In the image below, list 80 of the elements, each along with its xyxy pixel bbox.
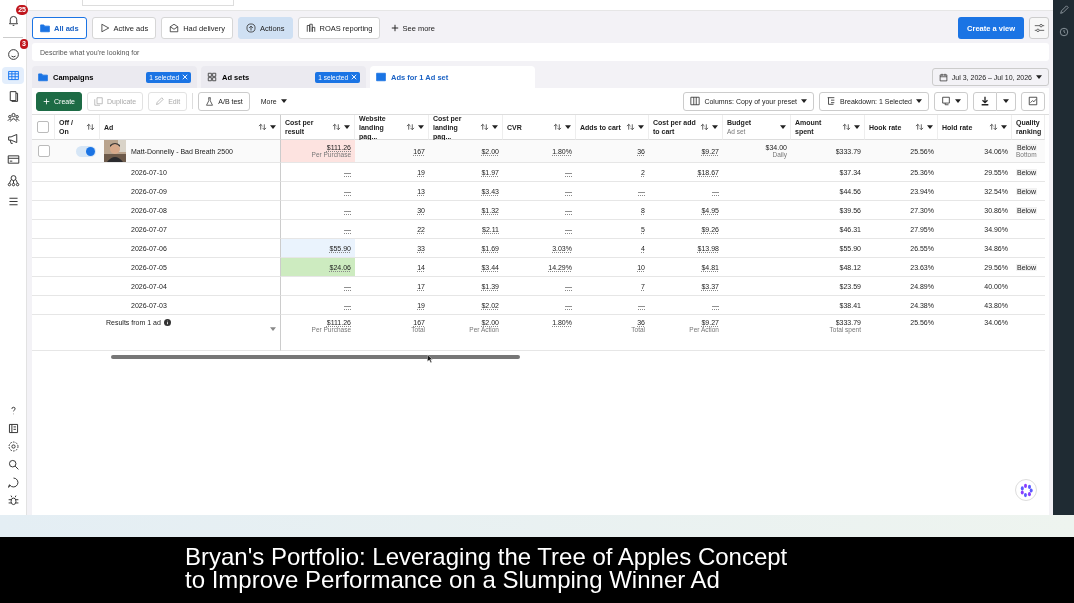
- toggle-switch[interactable]: [76, 145, 96, 157]
- sort-icon[interactable]: [480, 123, 489, 131]
- export-button[interactable]: [973, 91, 997, 111]
- close-icon[interactable]: [351, 74, 357, 80]
- chart-icon: [305, 23, 316, 33]
- pencil-icon[interactable]: [1058, 5, 1069, 15]
- caret-icon[interactable]: [344, 125, 350, 129]
- caret-icon[interactable]: [492, 125, 498, 129]
- table-icon[interactable]: [6, 69, 20, 82]
- caret-icon[interactable]: [955, 99, 961, 103]
- caret-icon[interactable]: [1036, 75, 1042, 79]
- folder-icon: [40, 23, 50, 33]
- sort-icon[interactable]: [842, 123, 851, 131]
- export-menu-button[interactable]: [997, 91, 1016, 111]
- caret-icon[interactable]: [565, 125, 571, 129]
- plus-icon: [391, 24, 400, 32]
- cursor-icon: [427, 354, 433, 363]
- network-icon[interactable]: [6, 174, 20, 187]
- sort-icon[interactable]: [989, 123, 998, 131]
- info-icon[interactable]: [163, 319, 171, 326]
- caret-icon[interactable]: [1001, 125, 1007, 129]
- sort-icon[interactable]: [86, 123, 95, 131]
- grid-icon: [207, 72, 217, 82]
- upload-icon: [245, 23, 256, 33]
- top-field[interactable]: [82, 0, 234, 6]
- breakdown-icon: [826, 96, 836, 106]
- select-all-checkbox[interactable]: [37, 121, 49, 133]
- people-icon[interactable]: [6, 111, 20, 124]
- flask-icon: [205, 96, 215, 106]
- folder-icon: [38, 72, 48, 82]
- bell-icon[interactable]: [6, 14, 20, 27]
- sort-icon[interactable]: [626, 123, 635, 131]
- card-icon[interactable]: [6, 153, 20, 166]
- columns-icon: [690, 96, 701, 106]
- copy-icon: [94, 96, 103, 106]
- chat-icon[interactable]: [6, 476, 20, 489]
- bug-icon[interactable]: [6, 494, 20, 507]
- plus-icon: [43, 97, 50, 105]
- caret-icon[interactable]: [916, 99, 922, 103]
- sort-icon[interactable]: [332, 123, 341, 131]
- sparkle-icon: [1018, 482, 1034, 498]
- caret-icon[interactable]: [638, 125, 644, 129]
- assistant-button[interactable]: [1015, 479, 1037, 501]
- video-caption: Bryan's Portfolio: Leveraging the Tree of Apples Concept to Improve Performance on a Slumping Winner Ad: [185, 545, 789, 591]
- caret-icon[interactable]: [854, 125, 860, 129]
- settings-icon[interactable]: [6, 440, 20, 453]
- caret-icon[interactable]: [270, 125, 276, 129]
- search-icon[interactable]: [6, 458, 20, 471]
- sort-icon[interactable]: [406, 123, 415, 131]
- caret-icon[interactable]: [927, 125, 933, 129]
- view-options-button[interactable]: [934, 91, 968, 111]
- caret-icon[interactable]: [780, 125, 786, 129]
- report-icon: [941, 96, 951, 106]
- play-icon: [99, 23, 110, 33]
- caret-icon[interactable]: [801, 99, 807, 103]
- sort-icon[interactable]: [915, 123, 924, 131]
- smiley-icon[interactable]: [6, 48, 20, 61]
- envelope-icon: [169, 23, 180, 33]
- caret-icon[interactable]: [1003, 99, 1009, 103]
- pencil-icon: [155, 96, 165, 106]
- sort-icon[interactable]: [258, 123, 267, 131]
- clock-icon[interactable]: [1058, 27, 1069, 37]
- caret-icon[interactable]: [712, 125, 718, 129]
- caret-icon[interactable]: [418, 125, 424, 129]
- scrollbar[interactable]: [111, 355, 520, 359]
- row-checkbox[interactable]: [37, 145, 50, 157]
- megaphone-icon[interactable]: [6, 132, 20, 145]
- calendar-icon: [938, 72, 948, 82]
- chart-button[interactable]: [1021, 91, 1045, 111]
- sliders-icon: [1033, 23, 1045, 33]
- close-icon[interactable]: [182, 74, 188, 80]
- trend-icon: [1028, 96, 1038, 106]
- report-icon[interactable]: [6, 422, 20, 435]
- download-icon: [980, 96, 990, 106]
- caret-icon[interactable]: [280, 99, 287, 103]
- filter-button[interactable]: [1029, 17, 1049, 39]
- sort-icon[interactable]: [700, 123, 709, 131]
- ad-icon: [376, 72, 386, 82]
- menu-icon[interactable]: [6, 195, 20, 208]
- sort-icon[interactable]: [553, 123, 562, 131]
